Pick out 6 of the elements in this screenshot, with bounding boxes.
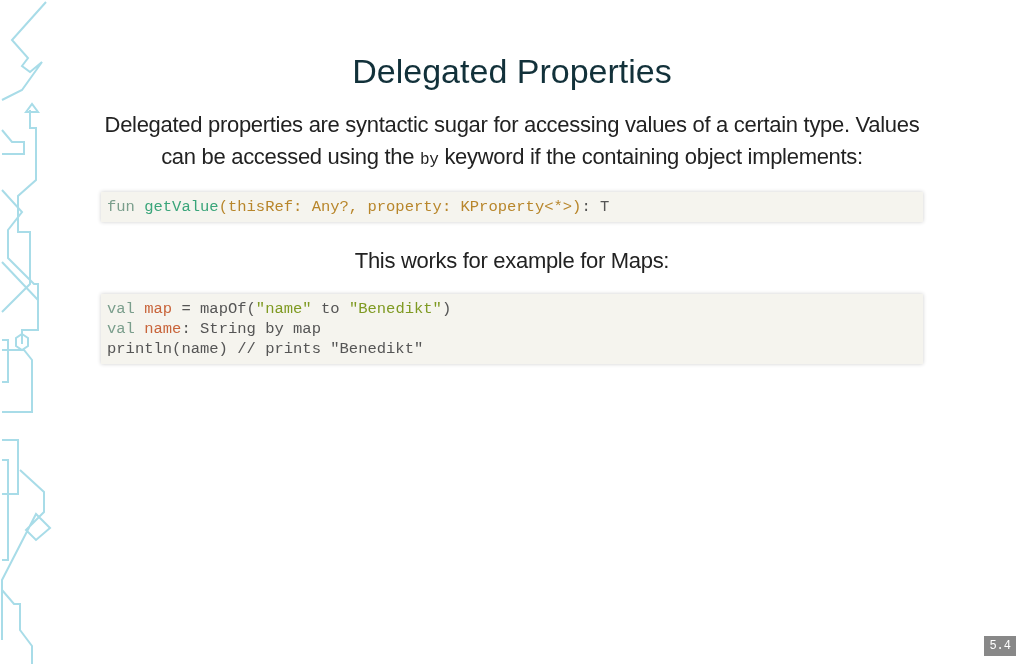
slide-number: 5.4 (984, 636, 1016, 656)
code-block: fun getValue(thisRef: Any?, property: KProperty<*>): T (101, 192, 923, 222)
slide-title: Delegated Properties (352, 52, 672, 91)
intro-paragraph: Delegated properties are syntactic sugar for accessing values of a certain type. Values can be accessed using the by keyword if the containing object implements: (103, 111, 921, 171)
code-block: val map = mapOf("name" to "Benedikt") val name: String by map println(name) // prints "Benedikt" (101, 294, 923, 364)
caption-text: This works for example for Maps: (354, 248, 670, 274)
